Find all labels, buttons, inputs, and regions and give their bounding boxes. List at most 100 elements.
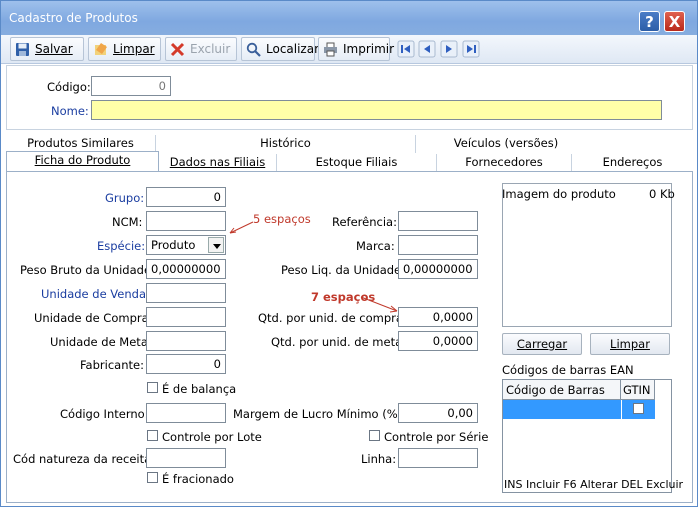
save-button[interactable]: Salvar	[10, 37, 84, 61]
barcodes-title: Códigos de barras EAN	[502, 363, 634, 377]
controle-lote-checkbox[interactable]	[147, 430, 158, 441]
printer-icon	[323, 42, 338, 57]
balanca-label: É de balança	[162, 382, 237, 396]
clear-image-button[interactable]: Limpar	[590, 333, 670, 355]
delete-x-icon	[170, 42, 185, 57]
tab-dados-filiais[interactable]: Dados nas Filiais	[159, 154, 277, 172]
tab-historico[interactable]: Histórico	[156, 135, 416, 153]
toolbar: Salvar Limpar Excluir Localizar Imprimir	[1, 35, 697, 64]
peso-bruto-field[interactable]: 0,00000000	[146, 259, 226, 279]
eraser-icon	[93, 42, 108, 57]
linha-field[interactable]	[398, 448, 478, 468]
gtin-cell[interactable]	[621, 400, 655, 419]
marca-label: Marca:	[356, 239, 395, 253]
find-button[interactable]: Localizar	[241, 37, 319, 61]
tab-ficha-produto-label: Ficha do Produto	[34, 153, 131, 167]
nome-field[interactable]	[91, 100, 662, 120]
unidade-meta-field[interactable]	[146, 331, 226, 351]
referencia-label: Referência:	[332, 215, 397, 229]
nome-label: Nome:	[51, 104, 89, 118]
window-title: Cadastro de Produtos	[9, 11, 138, 25]
codigo-interno-field[interactable]	[146, 403, 226, 423]
table-row[interactable]	[503, 400, 621, 419]
find-label: Localizar	[266, 42, 320, 56]
save-label: Salvar	[35, 42, 73, 56]
print-button[interactable]: Imprimir	[318, 37, 394, 61]
tab-dados-filiais-label: Dados nas Filiais	[169, 155, 266, 169]
title-bar: Cadastro de Produtos ? X	[1, 1, 697, 35]
controle-lote-label: Controle por Lote	[162, 430, 262, 444]
referencia-field[interactable]	[398, 211, 478, 231]
tab-ficha-produto[interactable]: Ficha do Produto	[6, 151, 159, 172]
linha-label: Linha:	[361, 452, 397, 466]
last-record-icon[interactable]	[462, 40, 480, 58]
codigo-interno-label: Código Interno:	[60, 407, 149, 421]
tab-veiculos[interactable]: Veículos (versões)	[416, 135, 596, 153]
ncm-label: NCM:	[112, 215, 143, 229]
annotation-5-espacos: 5 espaços	[253, 212, 311, 226]
especie-select[interactable]: Produto	[146, 235, 226, 255]
controle-serie-label: Controle por Série	[384, 430, 489, 444]
codigo-label: Código:	[47, 80, 91, 94]
fracionado-label: É fracionado	[162, 472, 234, 486]
natureza-label: Cód natureza da receita:	[13, 452, 156, 466]
barcodes-grid[interactable]: Código de Barras GTIN INS Incluir F6 Alt…	[502, 379, 683, 493]
unidade-venda-field[interactable]	[146, 283, 226, 303]
qtd-meta-label: Qtd. por unid. de meta:	[271, 335, 407, 349]
unidade-compra-field[interactable]	[146, 307, 226, 327]
margem-label: Margem de Lucro Mínimo (%):	[233, 407, 407, 421]
close-button[interactable]: X	[664, 11, 685, 32]
col-header-code[interactable]: Código de Barras	[503, 380, 621, 400]
col-header-gtin[interactable]: GTIN	[621, 380, 655, 400]
unidade-compra-label: Unidade de Compra:	[34, 311, 153, 325]
prev-record-icon[interactable]	[418, 40, 436, 58]
unidade-meta-label: Unidade de Meta:	[50, 335, 152, 349]
balanca-checkbox[interactable]	[147, 382, 158, 393]
clear-button[interactable]: Limpar	[88, 37, 161, 61]
tabs-row-2: Ficha do Produto Dados nas Filiais Estoq…	[6, 151, 693, 172]
tab-estoque-filiais[interactable]: Estoque Filiais	[277, 154, 437, 172]
image-title: Imagem do produto	[502, 187, 616, 201]
magnifier-icon	[246, 42, 261, 57]
tab-fornecedores[interactable]: Fornecedores	[437, 154, 572, 172]
natureza-field[interactable]	[146, 448, 226, 468]
fabricante-label: Fabricante:	[80, 358, 144, 372]
first-record-icon[interactable]	[397, 40, 415, 58]
ncm-field[interactable]	[146, 211, 226, 231]
clear-label: Limpar	[113, 42, 155, 56]
header-panel	[6, 65, 693, 130]
marca-field[interactable]	[398, 235, 478, 255]
especie-label: Espécie:	[97, 239, 146, 253]
peso-bruto-label: Peso Bruto da Unidade:	[20, 263, 155, 277]
barcodes-footer: INS Incluir F6 Alterar DEL Excluir	[504, 478, 684, 491]
tabs-row-1: Produtos Similares Histórico Veículos (v…	[6, 135, 693, 153]
codigo-field[interactable]: 0	[91, 76, 171, 96]
delete-button[interactable]: Excluir	[165, 37, 237, 61]
print-label: Imprimir	[343, 42, 395, 56]
gtin-checkbox[interactable]	[633, 403, 644, 414]
qtd-compra-field[interactable]: 0,0000	[398, 307, 478, 327]
grupo-field[interactable]: 0	[146, 187, 226, 207]
help-button[interactable]: ?	[639, 11, 660, 32]
qtd-meta-field[interactable]: 0,0000	[398, 331, 478, 351]
load-image-label: Carregar	[516, 337, 568, 351]
especie-value: Produto	[151, 238, 196, 252]
image-size: 0 Kb	[649, 187, 675, 201]
fabricante-field[interactable]: 0	[146, 354, 226, 374]
annotation-arrow-1	[229, 221, 254, 234]
peso-liq-field[interactable]: 0,00000000	[398, 259, 478, 279]
fracionado-checkbox[interactable]	[147, 472, 158, 483]
unidade-venda-label: Unidade de Venda:	[41, 287, 150, 301]
margem-field[interactable]: 0,00	[398, 403, 478, 423]
delete-label: Excluir	[190, 42, 231, 56]
tab-enderecos[interactable]: Endereços	[572, 154, 693, 172]
next-record-icon[interactable]	[440, 40, 458, 58]
controle-serie-checkbox[interactable]	[369, 430, 380, 441]
clear-image-label: Limpar	[610, 337, 650, 351]
annotation-arrow-2	[360, 296, 398, 313]
chevron-down-icon[interactable]	[208, 237, 224, 253]
load-image-button[interactable]: Carregar	[502, 333, 582, 355]
product-image-box[interactable]	[502, 183, 672, 327]
grupo-label: Grupo:	[105, 191, 145, 205]
product-registration-window: Cadastro de Produtos ? X Salvar Limpar E…	[0, 0, 698, 507]
